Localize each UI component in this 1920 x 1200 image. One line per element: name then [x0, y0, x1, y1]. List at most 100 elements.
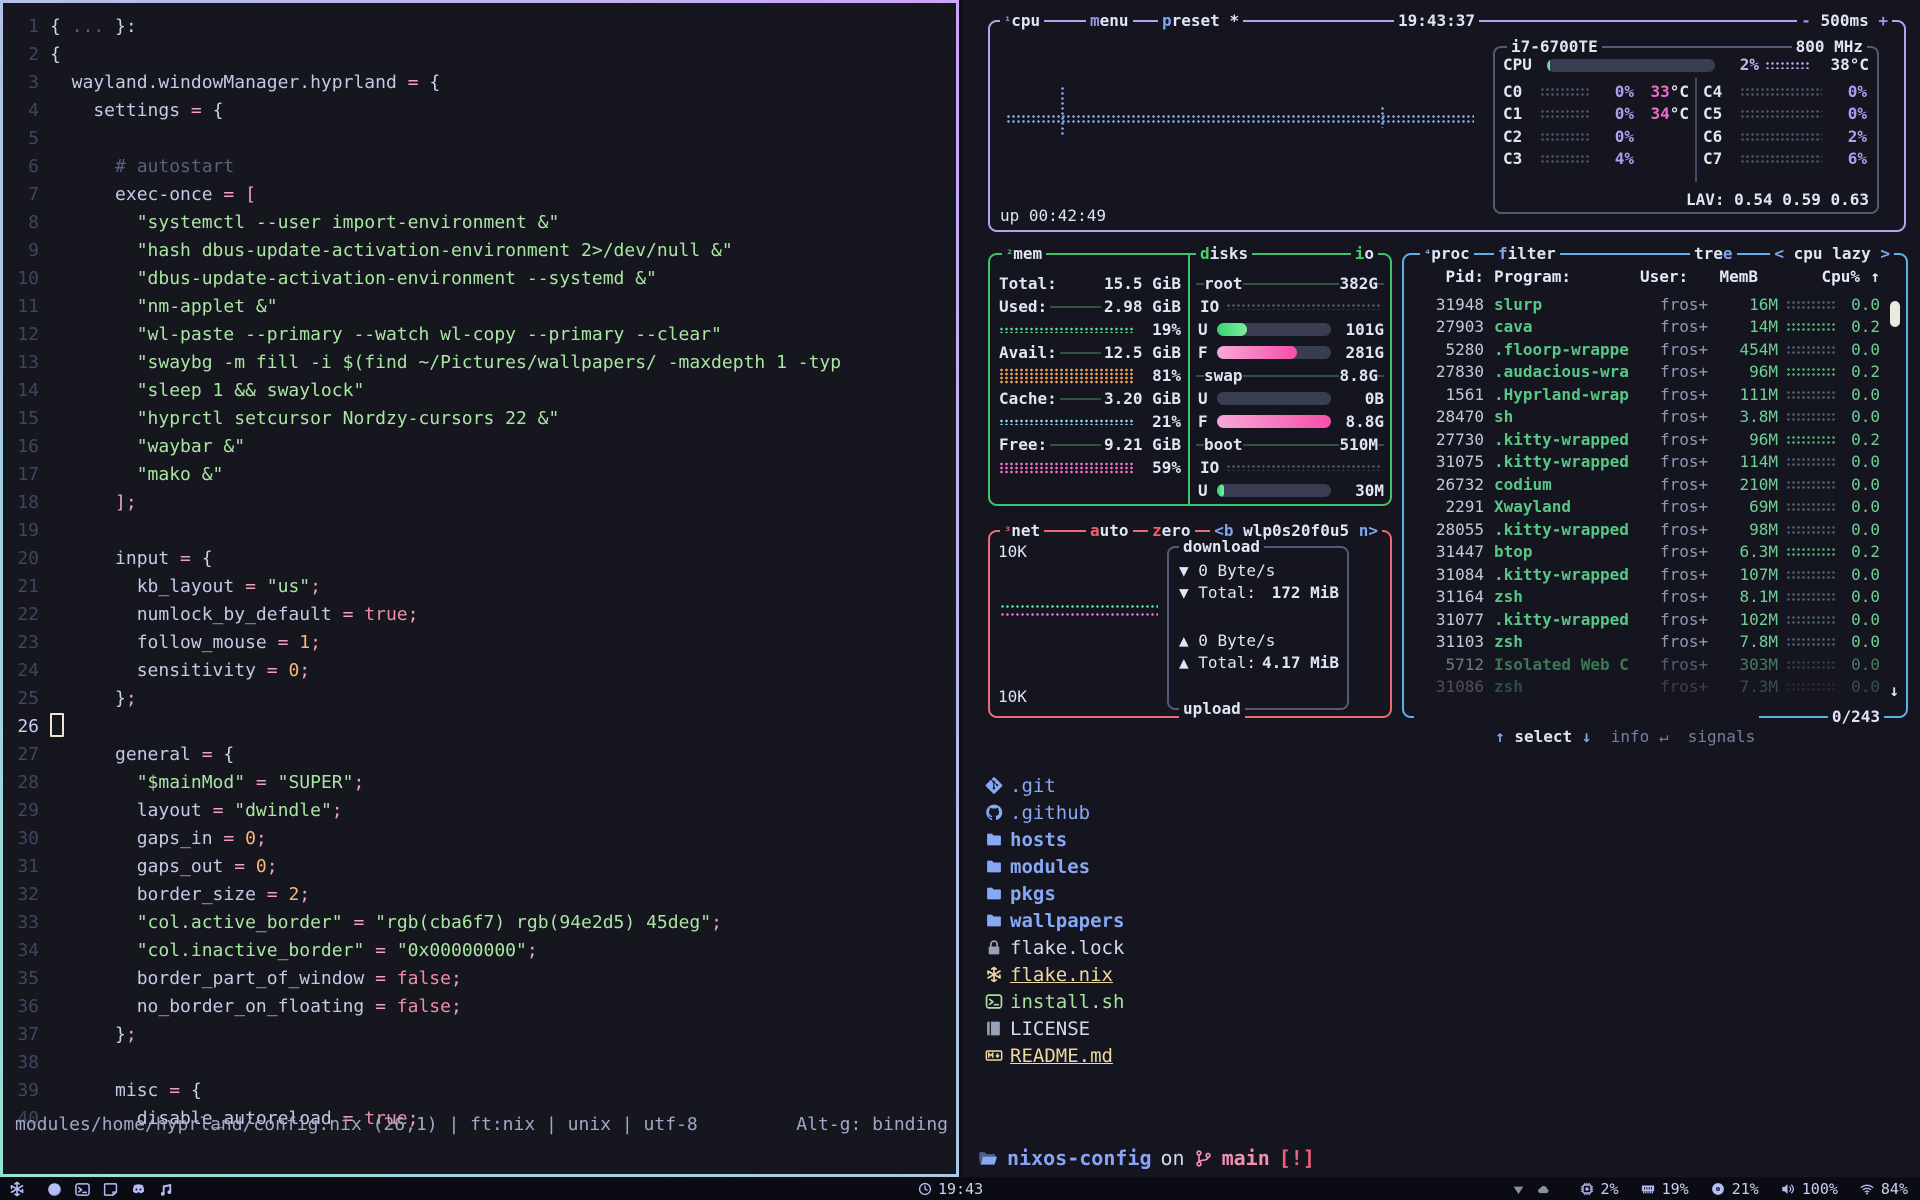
- taskbar-clock-module[interactable]: 19:43: [918, 1180, 983, 1198]
- col-cpu[interactable]: Cpu%: [1816, 267, 1860, 286]
- cloud-icon[interactable]: [1537, 1183, 1550, 1196]
- code-line[interactable]: 33 "col.active_border" = "rgb(cba6f7) rg…: [3, 909, 956, 937]
- download-speed: ▼ 0 Byte/s: [1179, 560, 1275, 582]
- btop-menu-button[interactable]: menu: [1086, 11, 1133, 31]
- code-line[interactable]: 6 # autostart: [3, 153, 956, 181]
- process-row[interactable]: 28470shfros+3.8M0.0: [1412, 406, 1880, 429]
- code-line[interactable]: 4 settings = {: [3, 97, 956, 125]
- proc-filter-button[interactable]: filter: [1494, 244, 1560, 264]
- process-row[interactable]: 31077.kitty-wrappedfros+102M0.0: [1412, 608, 1880, 631]
- code-line[interactable]: 1{ ... }:: [3, 13, 956, 41]
- col-program[interactable]: Program:: [1494, 267, 1640, 286]
- process-row[interactable]: 31084.kitty-wrappedfros+107M0.0: [1412, 563, 1880, 586]
- proc-tree-button[interactable]: tree: [1690, 244, 1737, 264]
- code-line[interactable]: 21 kb_layout = "us";: [3, 573, 956, 601]
- btop-update-interval: - 500ms +: [1797, 11, 1892, 31]
- code-line[interactable]: 34 "col.inactive_border" = "0x00000000";: [3, 937, 956, 965]
- code-line[interactable]: 29 layout = "dwindle";: [3, 797, 956, 825]
- terminal-icon[interactable]: [75, 1182, 90, 1197]
- code-line[interactable]: 19: [3, 517, 956, 545]
- code-line[interactable]: 10 "dbus-update-activation-environment -…: [3, 265, 956, 293]
- code-line[interactable]: 22 numlock_by_default = true;: [3, 601, 956, 629]
- code-line[interactable]: 23 follow_mouse = 1;: [3, 629, 956, 657]
- io-mode-button[interactable]: io: [1351, 244, 1378, 264]
- process-list: 31948slurpfros+16M0.027903cavafros+14M0.…: [1412, 293, 1880, 700]
- code-line[interactable]: 15 "hyprctl setcursor Nordzy-cursors 22 …: [3, 405, 956, 433]
- code-line[interactable]: 8 "systemctl --user import-environment &…: [3, 209, 956, 237]
- process-row[interactable]: 31103zshfros+7.8M0.0: [1412, 631, 1880, 654]
- info-button[interactable]: info: [1611, 727, 1650, 746]
- line-number: 16: [3, 433, 50, 461]
- code-line[interactable]: 7 exec-once = [: [3, 181, 956, 209]
- process-row[interactable]: 27903cavafros+14M0.2: [1412, 316, 1880, 339]
- code-line[interactable]: 5: [3, 125, 956, 153]
- select-button[interactable]: select: [1514, 727, 1572, 746]
- code-line[interactable]: 9 "hash dbus-update-activation-environme…: [3, 237, 956, 265]
- sort-prev-arrow[interactable]: <: [1774, 244, 1784, 263]
- col-memb[interactable]: MemB: [1696, 267, 1758, 286]
- network-tray-icon[interactable]: [1512, 1183, 1525, 1196]
- disks-title[interactable]: disks: [1196, 244, 1252, 264]
- code-line[interactable]: 17 "mako &": [3, 461, 956, 489]
- code-line[interactable]: 20 input = {: [3, 545, 956, 573]
- code-line[interactable]: 32 border_size = 2;: [3, 881, 956, 909]
- code-line[interactable]: 25 };: [3, 685, 956, 713]
- code-line[interactable]: 27 general = {: [3, 741, 956, 769]
- interval-plus-button[interactable]: +: [1878, 11, 1888, 30]
- code-line[interactable]: 37 };: [3, 1021, 956, 1049]
- net-auto-button[interactable]: auto: [1086, 521, 1133, 541]
- nix-snowflake-icon[interactable]: [9, 1181, 25, 1197]
- process-row[interactable]: 27830.audacious-wrafros+96M0.2: [1412, 361, 1880, 384]
- code-line[interactable]: 31 gaps_out = 0;: [3, 853, 956, 881]
- code-line[interactable]: 13 "swaybg -m fill -i $(find ~/Pictures/…: [3, 349, 956, 377]
- taskbar: 19:43 2%19%21%100%84%: [0, 1178, 1920, 1200]
- scroll-down-arrow[interactable]: ↓: [1889, 681, 1899, 700]
- line-number: 32: [3, 881, 50, 909]
- disk-header: swap 8.8G: [1196, 364, 1384, 387]
- process-row[interactable]: 28055.kitty-wrappedfros+98M0.0: [1412, 518, 1880, 541]
- code-line[interactable]: 14 "sleep 1 && swaylock": [3, 377, 956, 405]
- interval-minus-button[interactable]: -: [1801, 11, 1811, 30]
- browser-icon[interactable]: [47, 1182, 62, 1197]
- code-line[interactable]: 35 border_part_of_window = false;: [3, 965, 956, 993]
- process-row[interactable]: 31075.kitty-wrappedfros+114M0.0: [1412, 451, 1880, 474]
- code-line[interactable]: 36 no_border_on_floating = false;: [3, 993, 956, 1021]
- discord-icon[interactable]: [131, 1182, 146, 1197]
- notes-icon[interactable]: [103, 1182, 118, 1197]
- process-row[interactable]: 26732codiumfros+210M0.0: [1412, 473, 1880, 496]
- code-line[interactable]: 2{: [3, 41, 956, 69]
- process-row[interactable]: 31164zshfros+8.1M0.0: [1412, 586, 1880, 609]
- code-line[interactable]: 12 "wl-paste --primary --watch wl-copy -…: [3, 321, 956, 349]
- sort-next-arrow[interactable]: >: [1880, 244, 1890, 263]
- process-row[interactable]: 31447btopfros+6.3M0.2: [1412, 541, 1880, 564]
- code-line[interactable]: 24 sensitivity = 0;: [3, 657, 956, 685]
- process-row[interactable]: 31948slurpfros+16M0.0: [1412, 293, 1880, 316]
- sort-direction-arrow: ↑: [1860, 267, 1880, 286]
- code-line[interactable]: 39 misc = {: [3, 1077, 956, 1105]
- process-row[interactable]: 5280.floorp-wrappefros+454M0.0: [1412, 338, 1880, 361]
- mem-stat-row: Used:2.98 GiB: [999, 295, 1181, 318]
- code-line[interactable]: 11 "nm-applet &": [3, 293, 956, 321]
- code-line[interactable]: 16 "waybar &": [3, 433, 956, 461]
- proc-scrollbar[interactable]: [1890, 301, 1900, 327]
- code-line[interactable]: 38: [3, 1049, 956, 1077]
- process-row[interactable]: 27730.kitty-wrappedfros+96M0.2: [1412, 428, 1880, 451]
- process-row[interactable]: 5712Isolated Web Cfros+303M0.0: [1412, 653, 1880, 676]
- btop-preset-button[interactable]: preset *: [1158, 11, 1243, 31]
- file-name: hosts: [1010, 829, 1067, 851]
- code-area[interactable]: 1{ ... }:2{3 wayland.windowManager.hyprl…: [3, 13, 956, 1133]
- col-pid[interactable]: Pid:: [1412, 267, 1484, 286]
- code-line[interactable]: 28 "$mainMod" = "SUPER";: [3, 769, 956, 797]
- signals-button[interactable]: signals: [1688, 727, 1755, 746]
- code-line[interactable]: 26: [3, 713, 956, 741]
- process-row[interactable]: 1561.Hyprland-wrapfros+111M0.0: [1412, 383, 1880, 406]
- code-line[interactable]: 30 gaps_in = 0;: [3, 825, 956, 853]
- music-icon[interactable]: [159, 1182, 174, 1197]
- code-line[interactable]: 3 wayland.windowManager.hyprland = {: [3, 69, 956, 97]
- file-name: wallpapers: [1010, 910, 1124, 932]
- code-line[interactable]: 18 ];: [3, 489, 956, 517]
- process-row[interactable]: 31086zshfros+7.3M0.0: [1412, 676, 1880, 699]
- col-user[interactable]: User:: [1640, 267, 1696, 286]
- proc-sort-selector[interactable]: < cpu lazy >: [1770, 244, 1894, 264]
- process-row[interactable]: 2291Xwaylandfros+69M0.0: [1412, 496, 1880, 519]
